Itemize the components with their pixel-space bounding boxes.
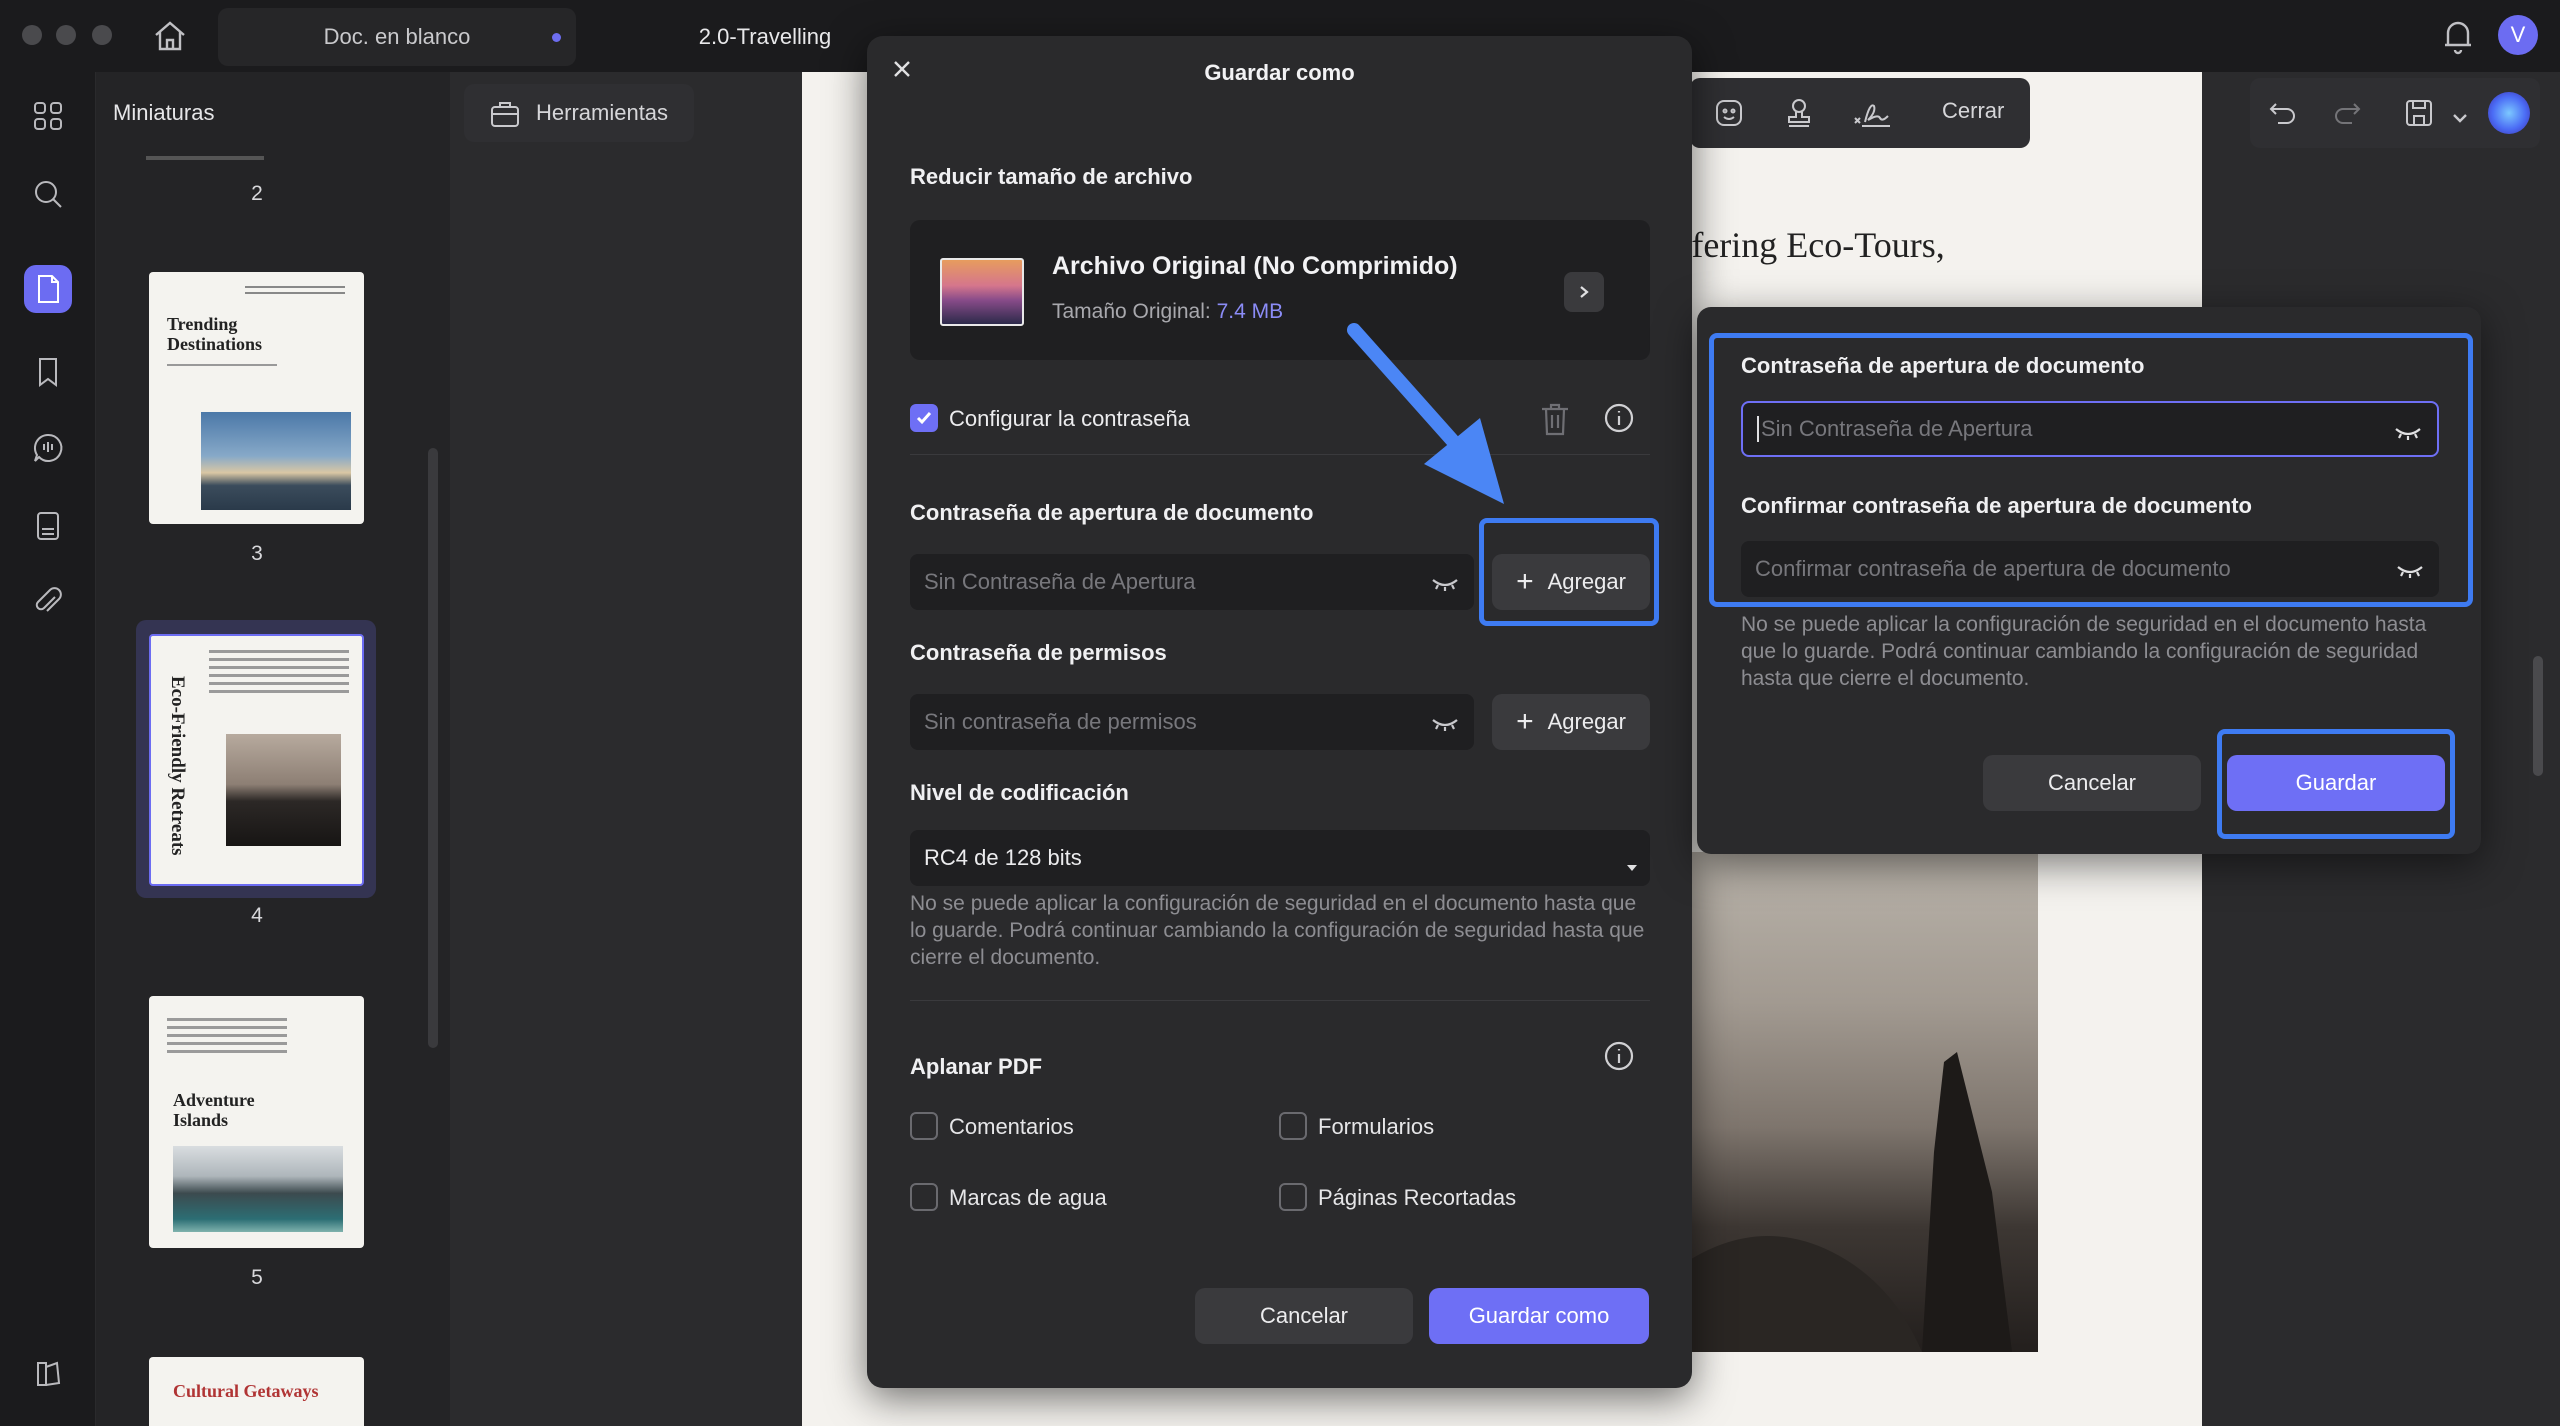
cancel-button[interactable]: Cancelar: [1195, 1288, 1413, 1344]
encryption-title: Nivel de codificación: [910, 780, 1129, 805]
original-size-label: Tamaño Original:: [1052, 300, 1211, 323]
thumbnails-panel: Miniaturas 2 Trending Destinations 3 Eco…: [96, 72, 450, 1426]
page-thumbnail-4[interactable]: Eco-Friendly Retreats: [149, 634, 364, 886]
close-window-button[interactable]: [22, 25, 42, 45]
info-icon[interactable]: [1603, 1040, 1635, 1072]
permissions-title: Contraseña de permisos: [910, 640, 1167, 665]
eye-closed-icon[interactable]: [1430, 572, 1460, 598]
thumbnails-scrollbar[interactable]: [428, 448, 438, 1048]
pointer-arrow: [1347, 323, 1504, 504]
page-number: 3: [251, 542, 263, 565]
annotation-toolbar: Cerrar: [1690, 78, 2030, 148]
layers-icon[interactable]: [24, 1350, 72, 1398]
open-password-title: Contraseña de apertura de documento: [1741, 353, 2145, 378]
password-popup: Contraseña de apertura de documento Sin …: [1697, 307, 2481, 854]
plus-icon: +: [1516, 565, 1534, 598]
file-preview-image: [940, 258, 1024, 326]
eye-closed-icon[interactable]: [2395, 559, 2425, 585]
tools-button[interactable]: Herramientas: [464, 84, 694, 142]
eye-closed-icon[interactable]: [2393, 421, 2423, 447]
popup-security-note: No se puede aplicar la configuración de …: [1741, 613, 2427, 690]
thumbnail-image: [201, 412, 351, 510]
undo-icon[interactable]: [2266, 96, 2300, 136]
avatar[interactable]: V: [2498, 15, 2538, 55]
flatten-title: Aplanar PDF: [910, 1054, 1043, 1079]
cropped-pages-label: Páginas Recortadas: [1318, 1185, 1517, 1210]
left-rail: [0, 72, 96, 1426]
save-icon[interactable]: [2402, 96, 2436, 136]
unsaved-dot: [552, 33, 561, 42]
document-photo: [1672, 852, 2038, 1352]
reduce-size-title: Reducir tamaño de archivo: [910, 164, 1193, 189]
confirm-password-title: Confirmar contraseña de apertura de docu…: [1741, 493, 2252, 518]
forms-label: Formularios: [1318, 1114, 1435, 1139]
redo-icon[interactable]: [2330, 96, 2364, 136]
text-cursor: [1757, 416, 1759, 442]
ai-assistant-icon[interactable]: [2488, 92, 2530, 134]
save-as-dialog: Guardar como Reducir tamaño de archivo A…: [867, 36, 1692, 1388]
bell-icon[interactable]: [2440, 16, 2476, 56]
open-password-title: Contraseña de apertura de documento: [910, 500, 1314, 525]
document-scrollbar[interactable]: [2533, 656, 2543, 776]
set-password-checkbox[interactable]: [910, 404, 938, 432]
encryption-select[interactable]: RC4 de 128 bits: [910, 830, 1650, 886]
bookmark-icon[interactable]: [24, 348, 72, 396]
trash-icon[interactable]: [1537, 400, 1573, 438]
file-size-option[interactable]: Archivo Original (No Comprimido) Tamaño …: [910, 220, 1650, 360]
page-number: 2: [251, 182, 263, 205]
info-icon[interactable]: [1603, 402, 1635, 434]
popup-save-button[interactable]: Guardar: [2227, 755, 2445, 811]
add-permissions-password-button[interactable]: + Agregar: [1492, 694, 1650, 750]
thumbnails-title: Miniaturas: [113, 100, 215, 125]
page-thumbnail-6[interactable]: Cultural Getaways: [149, 1357, 364, 1426]
original-size-value: 7.4 MB: [1216, 300, 1284, 323]
page-thumbnail-3[interactable]: Trending Destinations: [149, 272, 364, 524]
save-as-button[interactable]: Guardar como: [1429, 1288, 1649, 1344]
tab-blank-doc[interactable]: Doc. en blanco: [218, 8, 576, 66]
watermarks-label: Marcas de agua: [949, 1185, 1107, 1210]
plus-icon: +: [1516, 705, 1534, 738]
open-password-input[interactable]: Sin Contraseña de Apertura: [1741, 401, 2439, 457]
dialog-title: Guardar como: [1204, 60, 1355, 85]
forms-checkbox[interactable]: [1279, 1112, 1307, 1140]
document-heading: ffering Eco-Tours,: [1680, 225, 1945, 265]
top-right-toolbar: [2250, 78, 2540, 148]
permissions-password-field[interactable]: Sin contraseña de permisos: [910, 694, 1474, 750]
page-number: 5: [251, 1266, 263, 1289]
grid-icon[interactable]: [24, 92, 72, 140]
sticker-icon[interactable]: [1712, 96, 1746, 136]
chevron-down-icon[interactable]: [2452, 104, 2468, 130]
open-password-field[interactable]: Sin Contraseña de Apertura: [910, 554, 1474, 610]
watermarks-checkbox[interactable]: [910, 1183, 938, 1211]
eye-closed-icon[interactable]: [1430, 712, 1460, 738]
toolbox-icon: [491, 102, 519, 127]
thumbnail-image: [173, 1146, 343, 1232]
comments-checkbox[interactable]: [910, 1112, 938, 1140]
page-thumbnail-5[interactable]: Adventure Islands: [149, 996, 364, 1248]
security-note: No se puede aplicar la configuración de …: [910, 892, 1645, 969]
thumbnail-image: [226, 734, 341, 846]
zoom-window-button[interactable]: [92, 25, 112, 45]
forms-icon[interactable]: [24, 502, 72, 550]
pages-icon[interactable]: [24, 265, 72, 313]
stamp-icon[interactable]: [1782, 96, 1816, 136]
close-tool-button[interactable]: Cerrar: [1942, 98, 2004, 124]
original-file-title: Archivo Original (No Comprimido): [1052, 252, 1458, 280]
minimize-window-button[interactable]: [56, 25, 76, 45]
dropdown-arrow-icon: [1626, 852, 1638, 878]
confirm-password-input[interactable]: Confirmar contraseña de apertura de docu…: [1741, 541, 2439, 597]
add-open-password-button[interactable]: + Agregar: [1492, 554, 1650, 610]
search-icon[interactable]: [24, 170, 72, 218]
comments-icon[interactable]: [24, 424, 72, 472]
popup-cancel-button[interactable]: Cancelar: [1983, 755, 2201, 811]
cropped-pages-checkbox[interactable]: [1279, 1183, 1307, 1211]
set-password-label: Configurar la contraseña: [949, 406, 1190, 431]
page-number: 4: [251, 904, 263, 927]
home-icon[interactable]: [150, 18, 190, 54]
attachment-icon[interactable]: [24, 578, 72, 626]
chevron-right-icon[interactable]: [1564, 272, 1604, 312]
signature-icon[interactable]: [1850, 96, 1894, 136]
comments-label: Comentarios: [949, 1114, 1074, 1139]
